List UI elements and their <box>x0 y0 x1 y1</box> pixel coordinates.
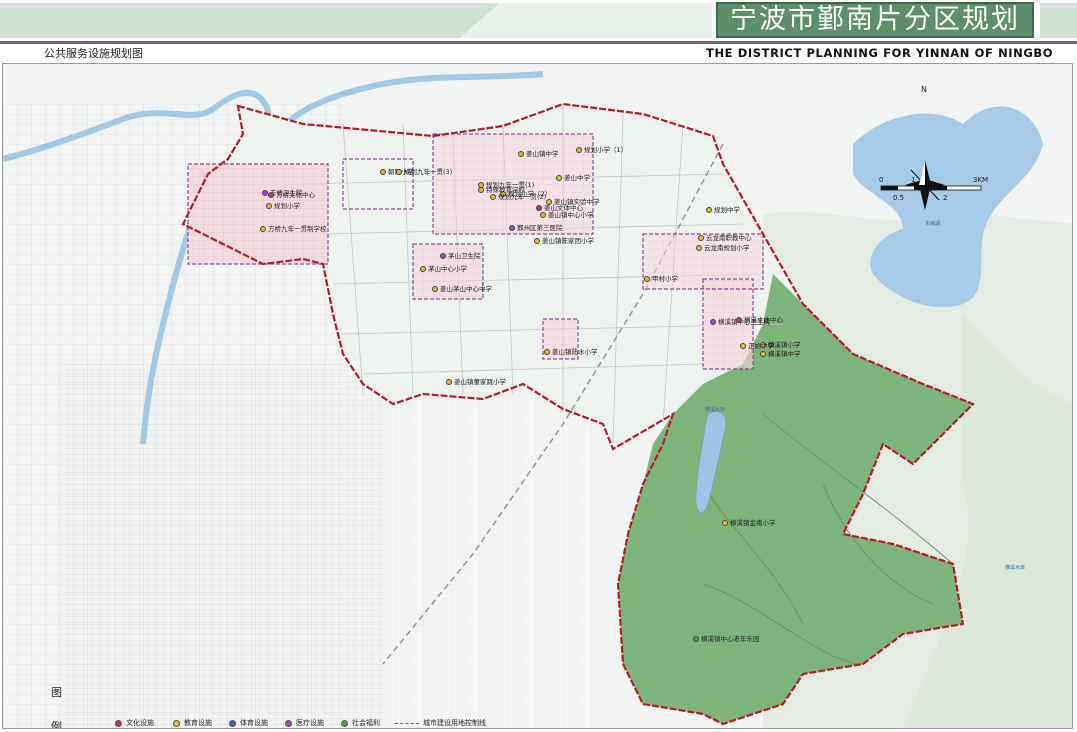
legend-item-control-line: 城市建设用地控制线 <box>395 718 486 728</box>
legend-label: 社会福利 <box>352 719 380 727</box>
facility-label: 姜山文体中心 <box>544 204 583 212</box>
facility-marker[interactable] <box>268 192 274 198</box>
legend-item-welfare: 社会福利 <box>341 718 380 728</box>
facility-marker[interactable] <box>740 343 746 349</box>
facility-label: 姜山镇陈家团小学 <box>542 237 594 245</box>
facility-label: 茅山中心小学 <box>428 265 467 273</box>
legend-item-medical: 医疗设施 <box>285 718 324 728</box>
facility-marker[interactable] <box>710 319 716 325</box>
north-label: N <box>921 85 927 94</box>
map-title: 宁波市鄞南片分区规划 <box>716 2 1034 38</box>
facility-marker[interactable] <box>509 225 515 231</box>
medical-dot-icon <box>285 719 292 727</box>
facility-marker[interactable] <box>760 351 766 357</box>
legend-item-education: 教育设施 <box>173 718 212 728</box>
map-subtitle: 公共服务设施规划图 <box>44 47 143 60</box>
facility-marker[interactable] <box>260 226 266 232</box>
facility-label: 规划中学 <box>714 206 740 214</box>
facility-marker[interactable] <box>644 276 650 282</box>
facility-label: 横溪镇中学 <box>768 350 801 358</box>
facility-marker[interactable] <box>556 175 562 181</box>
legend: 图 例 文化设施 教育设施 体育设施 医疗设施 社会福利 城市建设用地控制线 <box>43 684 513 729</box>
facility-marker[interactable] <box>440 253 446 259</box>
facility-marker[interactable] <box>534 238 540 244</box>
scale-tick-1: 1 <box>911 176 916 184</box>
facility-label: 横溪镇金峨小学 <box>730 519 776 527</box>
facility-label: 姜山镇陆水小学 <box>552 348 598 356</box>
education-dot-icon <box>173 719 180 727</box>
facility-marker[interactable] <box>706 207 712 213</box>
facility-label: 姜山镇董家跳小学 <box>454 378 506 386</box>
legend-label: 文化设施 <box>126 719 154 727</box>
facility-marker[interactable] <box>266 203 272 209</box>
map-canvas[interactable]: N 0 1 3KM 0.5 2 东钱湖 横溪水库 横溪水库 方桥卫生院 方桥文化中… <box>2 63 1073 729</box>
scale-tick-3: 3KM <box>973 176 989 184</box>
facility-marker[interactable] <box>380 169 386 175</box>
facility-label: 横溪镇中心老年乐园 <box>701 635 760 643</box>
facility-label: 姜山镇中学 <box>526 150 559 158</box>
control-line-icon <box>395 722 419 724</box>
legend-title-bottom: 例 <box>51 720 62 729</box>
scale-tick-05: 0.5 <box>893 194 905 202</box>
legend-label: 医疗设施 <box>296 719 324 727</box>
facility-label: 甲村小学 <box>652 275 678 283</box>
facility-label: 规划九年一贯(3) <box>404 168 453 176</box>
culture-dot-icon <box>115 719 122 727</box>
facility-label: 规划九年一贯(2) <box>498 193 547 201</box>
facility-label: 方桥九年一贯制学校 <box>268 225 327 233</box>
facility-label: 姜山中学 <box>564 174 590 182</box>
welfare-dot-icon <box>341 719 348 727</box>
facility-label: 横溪文体中心 <box>744 316 783 324</box>
facility-label: 正始中学 <box>748 342 774 350</box>
legend-item-sports: 体育设施 <box>229 718 268 728</box>
facility-marker[interactable] <box>544 349 550 355</box>
facility-marker[interactable] <box>518 151 524 157</box>
facility-marker[interactable] <box>490 194 496 200</box>
legend-label: 教育设施 <box>184 719 212 727</box>
facility-marker[interactable] <box>736 317 742 323</box>
legend-title-top: 图 <box>51 686 62 699</box>
facility-marker[interactable] <box>698 235 704 241</box>
facility-marker[interactable] <box>446 379 452 385</box>
facility-label: 茅山卫生院 <box>448 252 481 260</box>
facility-label: 规划小学（1） <box>584 146 628 154</box>
reservoir-label-2: 横溪水库 <box>1005 565 1026 571</box>
header-rule <box>0 41 1077 44</box>
reservoir-label: 横溪水库 <box>705 407 726 413</box>
facility-marker[interactable] <box>432 286 438 292</box>
facility-marker[interactable] <box>576 147 582 153</box>
facility-label: 云龙南规划小学 <box>704 244 750 252</box>
facility-marker[interactable] <box>396 169 402 175</box>
facility-label: 规划小学 <box>274 202 300 210</box>
facility-marker[interactable] <box>420 266 426 272</box>
map-subtitle-en: THE DISTRICT PLANNING FOR YINNAN OF NING… <box>706 46 1054 60</box>
facility-marker[interactable] <box>540 212 546 218</box>
scale-tick-0: 0 <box>879 176 884 184</box>
facility-label: 鄞州区第三医院 <box>517 224 563 232</box>
facility-marker[interactable] <box>722 520 728 526</box>
legend-label: 体育设施 <box>240 719 268 727</box>
facility-label: 方桥文化中心 <box>276 191 315 199</box>
sports-dot-icon <box>229 719 236 727</box>
legend-label: 城市建设用地控制线 <box>423 719 486 727</box>
facility-marker[interactable] <box>478 187 484 193</box>
facility-marker[interactable] <box>693 636 699 642</box>
lake-label: 东钱湖 <box>925 221 941 227</box>
facility-marker[interactable] <box>696 245 702 251</box>
facility-label: 姜山茅山中心中学 <box>440 285 492 293</box>
facility-label: 姜山镇中心小学 <box>548 211 594 219</box>
legend-item-culture: 文化设施 <box>115 718 154 728</box>
facility-label: 云龙南职教中心 <box>706 234 752 242</box>
scale-tick-2: 2 <box>943 194 948 202</box>
facility-marker[interactable] <box>536 205 542 211</box>
